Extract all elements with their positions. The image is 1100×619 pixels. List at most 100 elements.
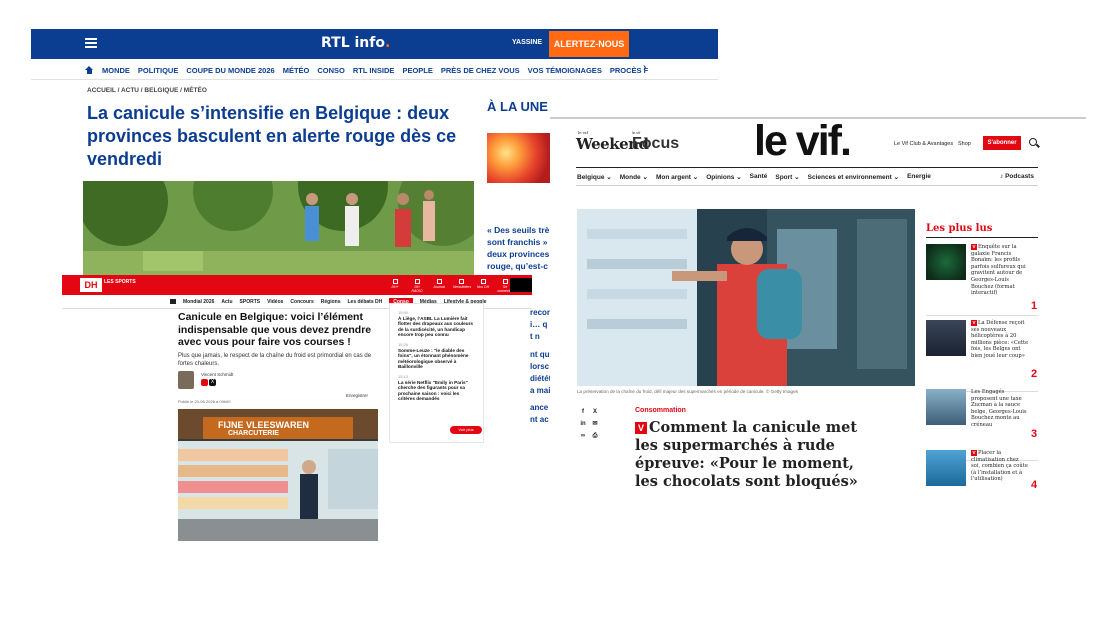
- divider: [926, 237, 1038, 238]
- side-fragment: diétét: [530, 374, 552, 383]
- news-ticker: 15:50 À Liège, l’ASBL La Lumière fait fl…: [389, 303, 484, 443]
- link-icon[interactable]: ∞: [580, 433, 586, 439]
- rtl-topbar: RTL info. YASSINE ALERTEZ-NOUS: [31, 29, 718, 59]
- rank-number: 2: [1031, 368, 1038, 380]
- chevron-right-icon[interactable]: ›: [643, 62, 646, 73]
- publish-date: Publié le 23-06-2026 à 09h00: [178, 399, 231, 404]
- share-icon[interactable]: [201, 379, 208, 386]
- nav-item[interactable]: Belgique ⌄: [577, 173, 612, 181]
- nav-item[interactable]: Monde ⌄: [620, 173, 648, 181]
- photo-sign: FIJNE VLEESWAREN: [218, 420, 310, 430]
- thumbnail: [926, 450, 966, 486]
- nav-item[interactable]: PEOPLE: [402, 66, 432, 75]
- nav-item[interactable]: Sport ⌄: [775, 173, 799, 181]
- side-fragment: lorsc: [530, 362, 550, 371]
- nav-item[interactable]: Sciences et environnement ⌄: [808, 173, 899, 181]
- divider: [31, 79, 718, 80]
- dh-account-button[interactable]: [510, 278, 532, 292]
- nav-item[interactable]: CONSO: [317, 66, 345, 75]
- ticker-item[interactable]: Somme-Leuze : "le diable des foins", un …: [398, 348, 475, 370]
- rank-number: 4: [1031, 479, 1038, 491]
- vif-plus-badge: V: [635, 422, 647, 434]
- subnav-item[interactable]: SPORTS: [240, 299, 261, 305]
- x-icon[interactable]: X: [592, 409, 598, 415]
- author-name[interactable]: Vincent Schmidt: [201, 372, 233, 377]
- nav-item[interactable]: Mon argent ⌄: [656, 173, 698, 181]
- linkedin-icon[interactable]: in: [580, 421, 586, 427]
- nav-item[interactable]: Santé: [750, 173, 768, 181]
- subnav-item[interactable]: Régions: [321, 299, 341, 305]
- dh-logo[interactable]: DH: [80, 278, 102, 292]
- header-icon[interactable]: Journal: [431, 279, 447, 293]
- article-headline: La canicule s’intensifie en Belgique : d…: [87, 103, 457, 169]
- home-icon[interactable]: [170, 299, 176, 304]
- subnav-item[interactable]: Les débats DH: [347, 299, 382, 305]
- subnav-item[interactable]: Concours: [290, 299, 313, 305]
- most-read-item[interactable]: V Enquête sur la galaxie Francis Bonaïm: …: [926, 244, 1038, 316]
- a-la-une-link[interactable]: « Des seuils trè sont franchis » deux pr…: [487, 224, 553, 272]
- shop-link[interactable]: Shop: [958, 141, 971, 147]
- save-button[interactable]: Enregistrer: [346, 393, 368, 398]
- nav-item[interactable]: RTL INSIDE: [353, 66, 395, 75]
- header-icon[interactable]: DH+: [387, 279, 403, 293]
- x-share-icon[interactable]: X: [209, 379, 216, 386]
- header-icon[interactable]: Newsletters: [453, 279, 471, 293]
- subscribe-button[interactable]: S'abonner: [983, 136, 1021, 150]
- ticker-item[interactable]: À Liège, l’ASBL La Lumière fait flotter …: [398, 316, 475, 338]
- user-name[interactable]: YASSINE: [512, 39, 542, 46]
- podcasts-link[interactable]: ♪ Podcasts: [1000, 173, 1034, 180]
- nav-item[interactable]: VOS TÉMOIGNAGES: [528, 66, 602, 75]
- home-icon[interactable]: [85, 66, 94, 74]
- most-read-text: Les Engagés proposent une taxe Zucman à …: [971, 389, 1027, 428]
- most-read-item[interactable]: V La Défense reçoit ses nouveaux hélicopt…: [926, 320, 1038, 392]
- subnav-item[interactable]: Vidéos: [267, 299, 283, 305]
- nav-item[interactable]: Opinions ⌄: [706, 173, 741, 181]
- nav-item[interactable]: MONDE: [102, 66, 130, 75]
- most-read-title: Les plus lus: [926, 223, 993, 234]
- supermarket-photo: FIJNE VLEESWAREN CHARCUTERIE: [178, 409, 378, 541]
- side-fragment: i… q: [530, 320, 548, 329]
- article-lead: Plus que jamais, le respect de la chaîne…: [178, 352, 372, 367]
- most-read-item[interactable]: V Placer la climatisation chez soi, combi…: [926, 450, 1038, 522]
- vif-nav: Belgique ⌄ Monde ⌄ Mon argent ⌄ Opinions…: [577, 173, 931, 181]
- header-icon[interactable]: Nos DH: [475, 279, 491, 293]
- header-icon[interactable]: DH RADIO: [409, 279, 425, 293]
- weather-map-thumbnail[interactable]: [487, 133, 551, 183]
- supermarket-photo: [577, 209, 915, 386]
- search-icon[interactable]: [1029, 138, 1037, 146]
- side-fragment: recor: [530, 308, 551, 317]
- photo-sign: CHARCUTERIE: [228, 430, 279, 437]
- ticker-item[interactable]: La série Netflix "Emily in Paris" cherch…: [398, 380, 475, 402]
- mail-icon[interactable]: ✉: [592, 421, 598, 427]
- thumbnail: [926, 244, 966, 280]
- see-more-button[interactable]: Voir plus: [450, 426, 482, 434]
- nav-item[interactable]: MÉTÉO: [283, 66, 310, 75]
- side-fragment: nt qu': [530, 350, 552, 359]
- nav-item[interactable]: COUPE DU MONDE 2026: [186, 66, 274, 75]
- subnav-item[interactable]: Actu: [221, 299, 232, 305]
- alert-button[interactable]: ALERTEZ-NOUS: [549, 31, 629, 57]
- dh-header-icons: DH+ DH RADIO Journal Newsletters Nos DH …: [387, 279, 513, 293]
- print-icon[interactable]: ⎙: [592, 433, 598, 439]
- article-title: Canicule en Belgique: voici l’élément in…: [178, 311, 372, 348]
- nav-item[interactable]: Energie: [907, 173, 931, 181]
- subnav-item[interactable]: Mondial 2026: [183, 299, 214, 305]
- divider: [576, 167, 1038, 168]
- focus-logo[interactable]: le vif Focus: [632, 130, 679, 153]
- facebook-icon[interactable]: f: [580, 409, 586, 415]
- menu-icon[interactable]: [85, 38, 97, 48]
- side-fragment: ance: [530, 403, 549, 412]
- rtl-logo[interactable]: RTL info.: [321, 35, 390, 51]
- club-link[interactable]: Le Vif Club & Avantages: [894, 141, 953, 147]
- nav-item[interactable]: POLITIQUE: [138, 66, 178, 75]
- article-headline: V Comment la canicule met les supermarché…: [635, 419, 858, 490]
- section-label[interactable]: Consommation: [635, 407, 686, 414]
- side-fragment: nt ac: [530, 415, 549, 424]
- hero-photo: [83, 181, 474, 281]
- avatar: [178, 371, 194, 389]
- vif-logo[interactable]: le vif.: [754, 117, 852, 166]
- vif-window: le vif Weekend le vif Focus le vif. Le Vif…: [550, 117, 1086, 507]
- photo-caption: La préservation de la chaîne du froid, d…: [577, 389, 798, 394]
- dh-topbar: DH LES SPORTS DH+ DH RADIO Journal Newsl…: [62, 275, 532, 295]
- nav-item[interactable]: PRÈS DE CHEZ VOUS: [441, 66, 520, 75]
